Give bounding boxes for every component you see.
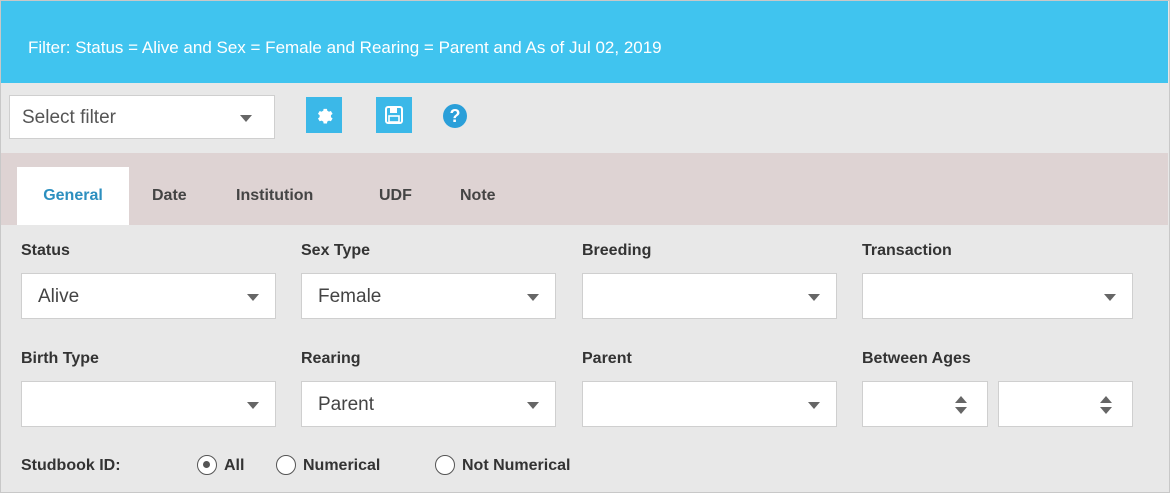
chevron-down-icon: [1104, 294, 1116, 301]
tab-label: Note: [460, 187, 496, 204]
transaction-dropdown[interactable]: [862, 273, 1133, 319]
tab-note[interactable]: Note: [460, 167, 496, 225]
select-filter-value: Select filter: [22, 107, 116, 128]
floppy-disk-icon: [385, 106, 403, 124]
chevron-down-icon: [247, 294, 259, 301]
radio-all-label[interactable]: All: [224, 457, 244, 475]
tab-institution[interactable]: Institution: [236, 167, 313, 225]
radio-all[interactable]: [197, 455, 217, 475]
radio-numerical-label[interactable]: Numerical: [303, 457, 380, 475]
filter-summary-bar: Filter: Status = Alive and Sex = Female …: [1, 1, 1168, 83]
max-age-stepper[interactable]: [998, 381, 1133, 427]
rearing-dropdown[interactable]: Parent: [301, 381, 556, 427]
sex-type-dropdown[interactable]: Female: [301, 273, 556, 319]
filter-summary-text: Filter: Status = Alive and Sex = Female …: [28, 38, 662, 57]
transaction-label: Transaction: [862, 242, 952, 259]
min-age-stepper[interactable]: [862, 381, 988, 427]
status-dropdown[interactable]: Alive: [21, 273, 276, 319]
radio-not-numerical-label[interactable]: Not Numerical: [462, 457, 570, 475]
parent-label: Parent: [582, 350, 632, 367]
chevron-down-icon: [808, 402, 820, 409]
radio-numerical[interactable]: [276, 455, 296, 475]
decrement-icon[interactable]: [1100, 407, 1112, 414]
chevron-down-icon: [527, 402, 539, 409]
general-tab-content: Status Sex Type Breeding Transaction Ali…: [1, 225, 1168, 491]
between-ages-label: Between Ages: [862, 350, 971, 367]
chevron-down-icon: [808, 294, 820, 301]
sex-type-label: Sex Type: [301, 242, 371, 259]
tab-date[interactable]: Date: [152, 167, 187, 225]
status-value: Alive: [38, 286, 80, 307]
status-label: Status: [21, 242, 70, 259]
breeding-dropdown[interactable]: [582, 273, 837, 319]
sex-type-value: Female: [318, 286, 382, 307]
help-icon[interactable]: ?: [443, 104, 467, 128]
rearing-label: Rearing: [301, 350, 361, 367]
gear-icon: [317, 108, 333, 124]
tab-udf[interactable]: UDF: [379, 167, 412, 225]
breeding-label: Breeding: [582, 242, 652, 259]
settings-button[interactable]: [306, 97, 342, 133]
tab-label: Institution: [236, 187, 314, 204]
increment-icon[interactable]: [955, 396, 967, 403]
parent-dropdown[interactable]: [582, 381, 837, 427]
tab-label: Date: [152, 187, 187, 204]
tab-label: General: [43, 187, 103, 204]
tab-label: UDF: [379, 187, 412, 204]
toolbar: Select filter ?: [1, 83, 1168, 153]
tab-general[interactable]: General: [17, 167, 129, 225]
studbook-id-label: Studbook ID:: [21, 457, 121, 474]
tab-bar: General Date Institution UDF Note: [1, 153, 1168, 225]
save-button[interactable]: [376, 97, 412, 133]
rearing-value: Parent: [318, 394, 374, 415]
birth-type-label: Birth Type: [21, 350, 99, 367]
increment-icon[interactable]: [1100, 396, 1112, 403]
radio-not-numerical[interactable]: [435, 455, 455, 475]
birth-type-dropdown[interactable]: [21, 381, 276, 427]
decrement-icon[interactable]: [955, 407, 967, 414]
chevron-down-icon: [527, 294, 539, 301]
select-filter-dropdown[interactable]: Select filter: [9, 95, 275, 139]
chevron-down-icon: [247, 402, 259, 409]
chevron-down-icon: [240, 115, 252, 122]
